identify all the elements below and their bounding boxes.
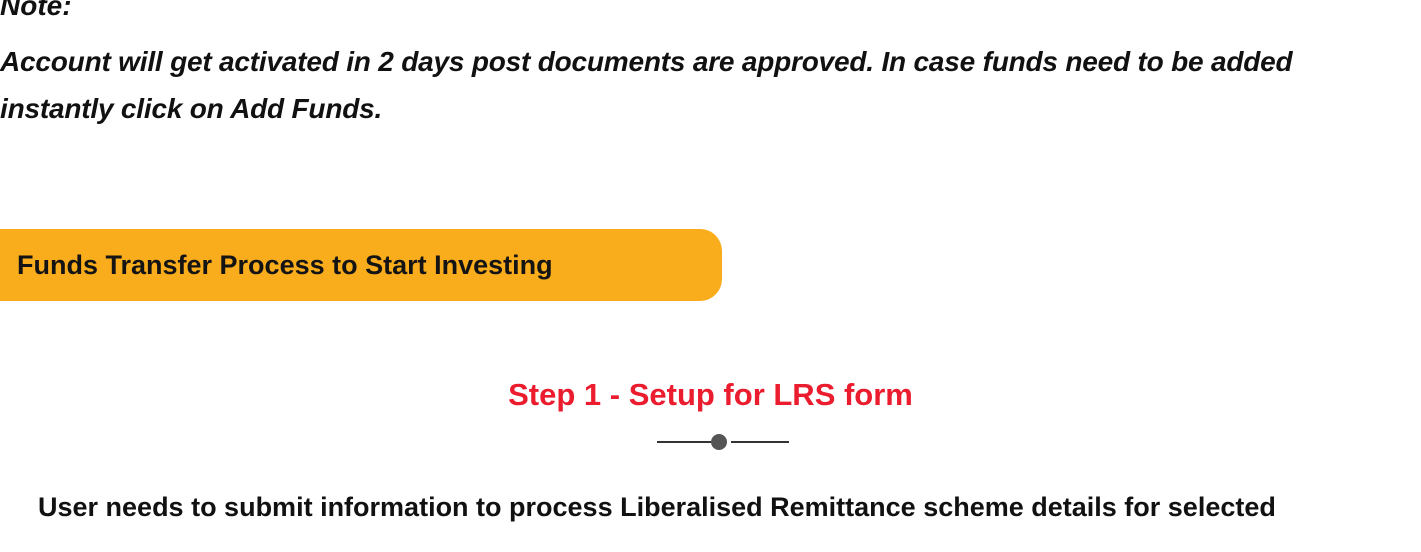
note-text: Account will get activated in 2 days pos… — [0, 38, 1421, 132]
note-line-2: instantly click on Add Funds. — [0, 93, 383, 124]
note-heading: Note: — [0, 0, 72, 21]
step-title: Step 1 - Setup for LRS form — [508, 377, 913, 412]
note-line-1: Account will get activated in 2 days pos… — [0, 46, 1293, 77]
divider-line-left — [657, 441, 711, 443]
section-title: Funds Transfer Process to Start Investin… — [17, 250, 553, 280]
divider-line-right — [731, 441, 789, 443]
step-description: User needs to submit information to proc… — [38, 492, 1276, 522]
section-banner: Funds Transfer Process to Start Investin… — [0, 229, 722, 301]
divider-dot-icon — [711, 434, 727, 450]
step-divider — [657, 434, 789, 450]
